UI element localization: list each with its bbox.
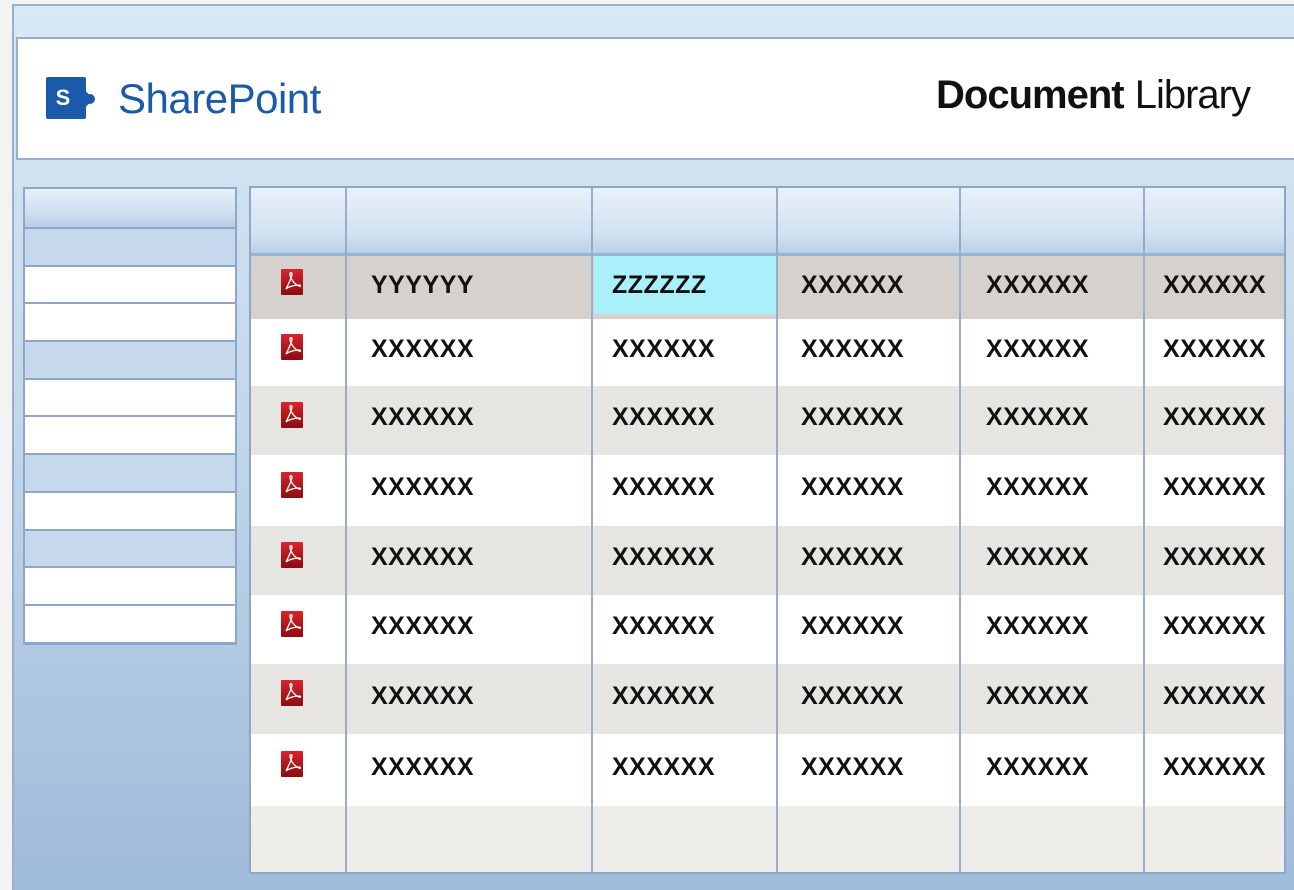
page-title: Document Library	[936, 73, 1251, 118]
table-cell[interactable]: XXXXXX	[986, 386, 1089, 449]
table-cell[interactable]: XXXXXX	[801, 256, 904, 314]
table-cell[interactable]: XXXXXX	[801, 526, 904, 589]
pdf-icon[interactable]	[281, 401, 303, 428]
table-row[interactable]: XXXXXX XXXXXX XXXXXX XXXXXX XXXXXX	[251, 386, 1284, 455]
document-grid: YYYYYY ZZZZZZ XXXXXX XXXXXX XXXXXX XXXXXX XXXX…	[249, 186, 1286, 874]
table-cell[interactable]: XXXXXX	[371, 734, 474, 800]
pdf-icon[interactable]	[281, 333, 303, 360]
table-cell[interactable]: XXXXXX	[1163, 256, 1266, 314]
table-cell[interactable]: XXXXXX	[1163, 734, 1266, 800]
empty-row	[251, 806, 1284, 872]
pdf-icon[interactable]	[281, 610, 303, 637]
brand-name: SharePoint	[118, 75, 321, 122]
sidebar-category	[25, 455, 235, 493]
table-row[interactable]: YYYYYY ZZZZZZ XXXXXX XXXXXX XXXXXX	[251, 256, 1284, 319]
pdf-icon[interactable]	[281, 541, 303, 568]
site-header: S SharePoint Document Library	[16, 37, 1294, 160]
table-cell[interactable]: XXXXXX	[801, 734, 904, 800]
table-cell[interactable]: XXXXXX	[612, 734, 715, 800]
sidebar-link[interactable]	[25, 266, 235, 305]
quick-launch-sidebar	[23, 187, 237, 645]
sidebar-link[interactable]	[25, 492, 235, 531]
sharepoint-logo-icon: S	[46, 75, 114, 123]
table-cell[interactable]: YYYYYY	[371, 256, 474, 314]
sidebar-header	[25, 189, 235, 229]
sidebar-link[interactable]	[25, 568, 235, 606]
table-cell[interactable]: XXXXXX	[1163, 319, 1266, 380]
table-row[interactable]: XXXXXX XXXXXX XXXXXX XXXXXX XXXXXX	[251, 319, 1284, 386]
table-row[interactable]: XXXXXX XXXXXX XXXXXX XXXXXX XXXXXX	[251, 595, 1284, 664]
sharepoint-logo[interactable]: S SharePoint	[46, 75, 321, 123]
table-row[interactable]: XXXXXX XXXXXX XXXXXX XXXXXX XXXXXX	[251, 526, 1284, 595]
table-cell[interactable]: XXXXXX	[986, 455, 1089, 520]
table-cell[interactable]: XXXXXX	[801, 319, 904, 380]
table-cell[interactable]: XXXXXX	[1163, 664, 1266, 728]
table-cell[interactable]: XXXXXX	[801, 455, 904, 520]
sidebar-link[interactable]	[25, 304, 235, 343]
table-cell[interactable]: XXXXXX	[801, 595, 904, 658]
page-title-bold: Document	[936, 73, 1125, 117]
table-cell[interactable]: XXXXXX	[612, 455, 715, 520]
table-cell[interactable]: XXXXXX	[1163, 386, 1266, 449]
column-divider	[1143, 188, 1145, 872]
table-cell[interactable]: ZZZZZZ	[594, 256, 777, 314]
table-row[interactable]: XXXXXX XXXXXX XXXXXX XXXXXX XXXXXX	[251, 664, 1284, 734]
table-cell[interactable]: XXXXXX	[986, 664, 1089, 728]
table-cell[interactable]: XXXXXX	[1163, 455, 1266, 520]
table-cell[interactable]: XXXXXX	[986, 526, 1089, 589]
page-title-light: Library	[1134, 73, 1251, 117]
table-cell[interactable]: XXXXXX	[371, 386, 474, 449]
table-cell[interactable]: XXXXXX	[1163, 595, 1266, 658]
table-cell[interactable]: XXXXXX	[1163, 526, 1266, 589]
sidebar-category	[25, 530, 235, 569]
table-cell[interactable]: XXXXXX	[612, 319, 715, 380]
sidebar-link[interactable]	[25, 605, 235, 644]
sidebar-link[interactable]	[25, 379, 235, 418]
table-cell[interactable]: XXXXXX	[612, 526, 715, 589]
table-cell[interactable]: XXXXXX	[986, 319, 1089, 380]
table-cell[interactable]: XXXXXX	[612, 386, 715, 449]
column-divider	[345, 188, 347, 872]
table-cell[interactable]: XXXXXX	[371, 319, 474, 380]
column-divider	[959, 188, 961, 872]
grid-header-row	[251, 188, 1284, 256]
sidebar-link[interactable]	[25, 417, 235, 456]
pdf-icon[interactable]	[281, 680, 303, 706]
table-cell[interactable]: XXXXXX	[612, 664, 715, 728]
table-cell[interactable]: XXXXXX	[801, 386, 904, 449]
table-cell[interactable]: XXXXXX	[371, 595, 474, 658]
table-cell[interactable]: XXXXXX	[986, 256, 1089, 314]
table-cell[interactable]: XXXXXX	[801, 664, 904, 728]
column-divider	[776, 188, 778, 872]
table-cell[interactable]: XXXXXX	[371, 664, 474, 728]
sidebar-category	[25, 229, 235, 267]
pdf-icon[interactable]	[281, 471, 303, 498]
table-row[interactable]: XXXXXX XXXXXX XXXXXX XXXXXX XXXXXX	[251, 455, 1284, 526]
table-cell[interactable]: XXXXXX	[612, 595, 715, 658]
pdf-icon[interactable]	[281, 268, 303, 295]
column-divider	[591, 188, 593, 872]
sidebar-category	[25, 342, 235, 380]
table-cell[interactable]: XXXXXX	[371, 455, 474, 520]
table-cell[interactable]: XXXXXX	[986, 595, 1089, 658]
table-cell[interactable]: XXXXXX	[371, 526, 474, 589]
pdf-icon[interactable]	[281, 751, 303, 777]
logo-letter: S	[46, 77, 86, 119]
table-cell[interactable]: XXXXXX	[986, 734, 1089, 800]
table-row[interactable]: XXXXXX XXXXXX XXXXXX XXXXXX XXXXXX	[251, 734, 1284, 806]
